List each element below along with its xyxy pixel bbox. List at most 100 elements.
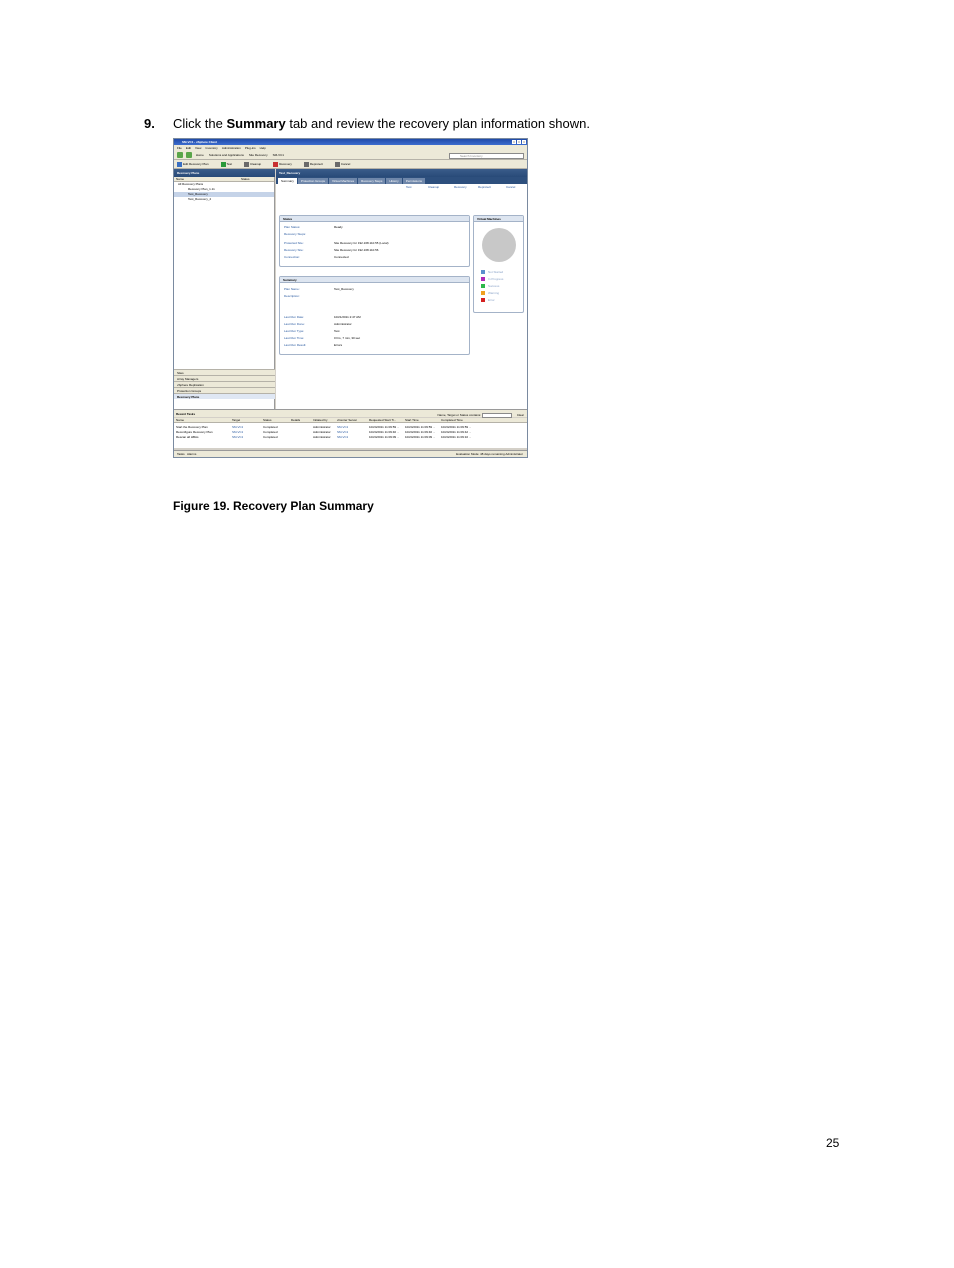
toolbar-button[interactable]: Cleanup (244, 161, 267, 167)
legend-swatch (481, 298, 485, 303)
legend-label: Success (488, 284, 500, 288)
summary-key: Last Run Done: (284, 322, 305, 326)
tasks-column-header[interactable]: Status (263, 418, 272, 423)
toolbar: Edit Recovery Plan Test Cleanup Recovery Rep… (174, 160, 527, 169)
forward-icon[interactable] (186, 152, 192, 159)
status-row: Protected Site: Site Recovery for 192.168… (284, 241, 474, 246)
legend-label: Warning (488, 291, 500, 295)
status-box: Status Plan Status: Ready Recovery Steps:… (279, 215, 470, 267)
nav-bar: Home Solutions and Applications Site Recov… (174, 151, 527, 160)
menu-item[interactable]: File (177, 146, 182, 150)
action-reprotect[interactable]: Reprotect (478, 186, 491, 189)
table-cell: 10/24/2011 11:09:09 ... (369, 435, 400, 439)
menu-item[interactable]: Plug-ins (245, 146, 256, 150)
toolbar-icon (273, 161, 279, 167)
table-row[interactable]: Rescan all HBAs SM-VC1 Completed Administra… (174, 435, 527, 440)
menu-item[interactable]: Edit (186, 146, 191, 150)
plan-detail-pane: Summary Protection Groups Virtual Machines… (276, 177, 527, 409)
toolbar-button[interactable]: Reprotect (303, 161, 329, 167)
summary-key: Description: (284, 294, 300, 298)
left-nav-sections: Sites Array Managers vSphere Replication… (174, 369, 275, 399)
tasks-filter-input[interactable] (481, 412, 512, 418)
status-row: Plan Status: Ready (284, 225, 474, 230)
toolbar-button[interactable]: Cancel (334, 161, 356, 167)
action-cancel[interactable]: Cancel (506, 186, 515, 189)
toolbar-button[interactable]: Edit Recovery Plan (177, 161, 215, 167)
summary-row: Plan Name: Test_Recovery (284, 287, 474, 292)
toolbar-label: Reprotect (309, 162, 323, 166)
breadcrumb-item[interactable]: Solutions and Applications (209, 153, 244, 157)
tasks-button[interactable]: Tasks (177, 452, 185, 456)
status-key: Recovery Steps: (284, 232, 307, 236)
minimize-icon[interactable] (512, 140, 516, 144)
step-text-post: tab and review the recovery plan informa… (285, 116, 590, 131)
tree-item[interactable]: Test_Recovery_2 (174, 197, 274, 202)
vm-box-title: Virtual Machines (474, 216, 523, 222)
tree-col-status[interactable]: Status (241, 177, 250, 182)
tab[interactable]: Permissions (402, 178, 426, 184)
tab-summary[interactable]: Summary (278, 178, 297, 184)
alarms-button[interactable]: Alarms (187, 452, 196, 456)
tasks-column-header[interactable]: Details (291, 418, 300, 423)
tab[interactable]: Protection Groups (297, 178, 329, 184)
breadcrumb-item[interactable]: Site Recovery (249, 153, 268, 157)
menu-item[interactable]: Inventory (205, 146, 217, 150)
table-cell: Rescan all HBAs (176, 435, 199, 439)
tasks-clear-button[interactable]: Clear (517, 413, 524, 417)
summary-value: Test_Recovery (334, 287, 354, 291)
breadcrumb-item[interactable]: Home (196, 153, 204, 157)
tasks-column-header[interactable]: Start Time (405, 418, 419, 423)
table-cell: Administrator (313, 435, 331, 439)
summary-box-title: Summary (280, 277, 469, 283)
tasks-column-header[interactable]: Completed Time (441, 418, 463, 423)
toolbar-button[interactable]: Recovery (273, 161, 298, 167)
table-cell: SM-VC1 (232, 435, 244, 439)
recovery-plan-screenshot: SM-VC1 - vSphere Client File Edit View Inve… (173, 138, 528, 458)
summary-key: Last Run Time: (284, 336, 305, 340)
breadcrumb-item[interactable]: SM-VC1 (273, 153, 284, 157)
table-cell: SM-VC1 (337, 435, 349, 439)
action-recovery[interactable]: Recovery (454, 186, 467, 189)
maximize-icon[interactable] (517, 140, 521, 144)
toolbar-label: Edit Recovery Plan (183, 162, 209, 166)
tasks-column-header[interactable]: Name (176, 418, 184, 423)
table-cell: 10/24/2011 11:09:10 ... (441, 435, 472, 439)
tasks-column-header[interactable]: Requested Start Ti... (369, 418, 396, 423)
vm-legend-item: Not Started (481, 270, 503, 275)
menu-item[interactable]: Administration (222, 146, 241, 150)
toolbar-button[interactable]: Test (220, 161, 239, 167)
status-row: Connection: Connected (284, 255, 474, 260)
menu-item[interactable]: Help (260, 146, 266, 150)
tasks-header-row: Name Target Status Details Initiated by vCent… (174, 418, 527, 423)
action-test[interactable]: Test (406, 186, 412, 189)
summary-key: Last Run Date: (284, 315, 305, 319)
vm-legend-item: Error (481, 298, 495, 303)
tab[interactable]: Recovery Steps (358, 178, 386, 184)
breadcrumb: Home Solutions and Applications Site Recov… (196, 153, 289, 157)
nav-recovery-plans[interactable]: Recovery Plans (174, 393, 275, 399)
search-input[interactable]: Search Inventory (449, 153, 524, 159)
summary-row: Last Run Type: Test (284, 329, 474, 334)
tasks-column-header[interactable]: Target (232, 418, 240, 423)
back-icon[interactable] (177, 152, 183, 159)
summary-value: 0 hrs, 7 min, 30 sec (334, 336, 361, 340)
tree-col-name[interactable]: Name (176, 177, 184, 181)
vm-legend-item: Warning (481, 291, 499, 296)
legend-label: In Progress (488, 277, 504, 281)
table-cell: 10/24/2011 11:09:09 ... (405, 435, 436, 439)
tab[interactable]: History (386, 178, 402, 184)
tasks-column-header[interactable]: vCenter Server (337, 418, 357, 423)
instruction-step: 9. Click the Summary tab and review the r… (144, 116, 590, 131)
figure-caption: Figure 19. Recovery Plan Summary (173, 499, 374, 513)
tab[interactable]: Virtual Machines (329, 178, 358, 184)
tree-column-header: Name Status (174, 177, 274, 182)
summary-row: Last Run Result: Errors (284, 343, 474, 348)
status-row: Recovery Site: Site Recovery for 192.168.… (284, 248, 474, 253)
action-cleanup[interactable]: Cleanup (428, 186, 439, 189)
summary-value: Errors (334, 343, 343, 347)
menu-item[interactable]: View (195, 146, 201, 150)
toolbar-icon (303, 161, 309, 167)
close-icon[interactable] (522, 140, 526, 144)
recent-tasks-header: Recent Tasks Name, Target or Status cont… (174, 409, 527, 418)
tasks-column-header[interactable]: Initiated by (313, 418, 328, 423)
